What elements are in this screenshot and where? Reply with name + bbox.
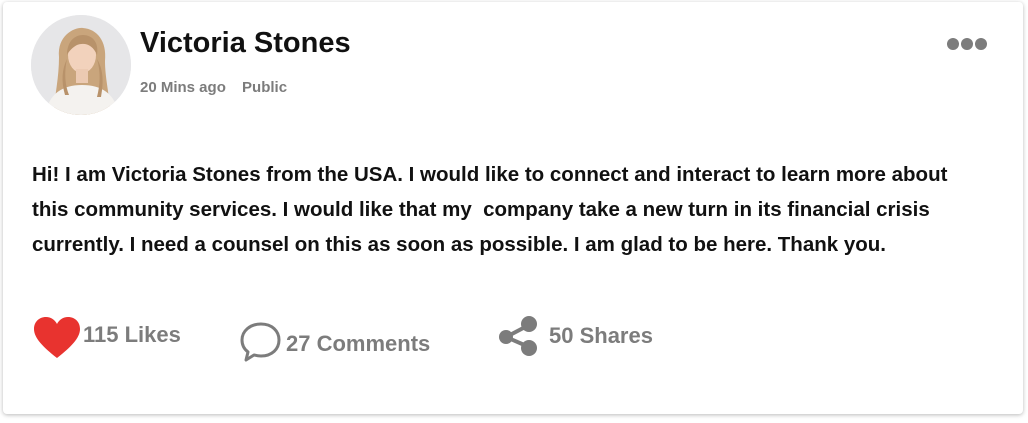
post-meta: 20 Mins ago Public: [140, 79, 287, 96]
user-avatar-photo: [31, 15, 131, 115]
shares-count: 50 Shares: [549, 323, 653, 348]
post-body-text: Hi! I am Victoria Stones from the USA. I…: [32, 163, 954, 256]
likes-count: 115 Likes: [83, 322, 181, 347]
comment-bubble-icon: [240, 322, 281, 362]
post-visibility: Public: [242, 79, 288, 96]
more-options-button[interactable]: [945, 32, 989, 56]
heart-icon: [34, 317, 80, 358]
avatar[interactable]: [31, 15, 131, 115]
post-card: Victoria Stones 20 Mins ago Public Hi! I…: [3, 2, 1023, 414]
comments-count: 27 Comments: [286, 331, 431, 356]
like-button[interactable]: 115 Likes: [33, 316, 181, 360]
share-icon: [499, 316, 537, 356]
comment-button[interactable]: 27 Comments: [239, 320, 430, 364]
post-timestamp: 20 Mins ago: [140, 79, 226, 96]
author-name[interactable]: Victoria Stones: [140, 27, 351, 60]
more-horizontal-icon: [947, 38, 987, 50]
share-button[interactable]: 50 Shares: [497, 315, 653, 357]
